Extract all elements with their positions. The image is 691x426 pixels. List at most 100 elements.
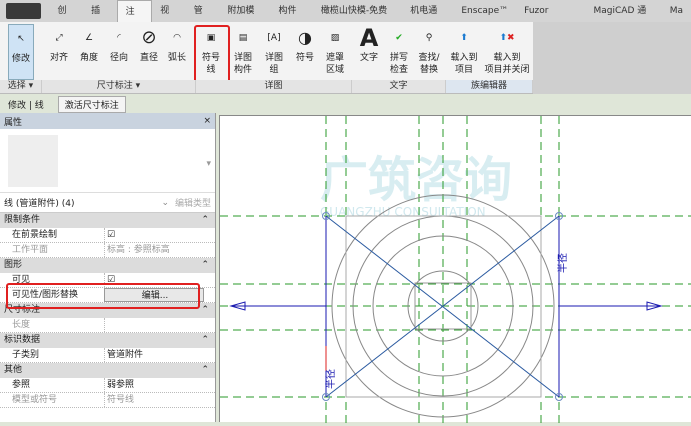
cursor-icon: ↖ [17, 34, 25, 44]
tab-11[interactable]: MagiCAD 通用 [586, 0, 662, 38]
dimension-panel-label[interactable]: 尺寸标注 ▾ [42, 80, 196, 93]
property-name: 工作平面 [12, 245, 49, 255]
spelling-button[interactable]: ✔ 拼写 检查 [386, 24, 412, 76]
tab-8[interactable]: 机电通用 [402, 0, 453, 38]
diameter-icon: ⊘ [141, 27, 157, 48]
dimension-label: 半径 [556, 253, 569, 273]
find-replace-button[interactable]: ⚲ 查找/替换 [416, 24, 442, 76]
property-row: 子类别 管道附件 [0, 348, 215, 363]
property-value: 弱参照 [104, 378, 204, 392]
arc-icon: ◠ [173, 33, 181, 43]
masking-region-icon: ▨ [330, 33, 340, 43]
radial-dimension-button[interactable]: ◜ 径向 [106, 24, 132, 64]
tab-3[interactable]: 视图 [152, 0, 186, 38]
chevron-down-icon[interactable]: ⌄ [161, 198, 169, 208]
ribbon-tabs: 创建插入注释视图管理附加模块构件坞橄榄山快模-免费版机电通用Enscape™Fu… [0, 0, 691, 39]
drawing-canvas[interactable]: 广筑咨询 GUANGZHU CONSULTATION 半径 半径 [219, 115, 691, 423]
angle-icon: ∠ [84, 33, 94, 43]
tab-4[interactable]: 管理 [186, 0, 220, 38]
diameter-dimension-button[interactable]: ⊘ 直径 [136, 24, 162, 64]
family-thumbnail-icon [8, 135, 58, 187]
tab-12[interactable]: Ma [662, 0, 691, 22]
type-preview: ▾ [0, 129, 215, 193]
load-icon: ⬆ [460, 33, 468, 43]
load-into-project-button[interactable]: ⬆ 载入到 项目 [448, 24, 480, 76]
property-name: 子类别 [12, 350, 40, 360]
tab-7[interactable]: 橄榄山快模-免费版 [313, 0, 402, 38]
aligned-dimension-icon: ⤢ [55, 33, 63, 43]
tab-0[interactable]: 创建 [49, 0, 83, 38]
angular-dimension-button[interactable]: ∠ 角度 [76, 24, 102, 64]
watermark-subtitle: GUANGZHU CONSULTATION [320, 205, 486, 219]
property-name: 长度 [12, 320, 31, 330]
options-bar: 修改 | 线 激活尺寸标注 [0, 95, 691, 113]
detail-group-button[interactable]: [A] 详图组 [260, 24, 288, 76]
property-row: 模型或符号 符号线 [0, 393, 215, 408]
section-title: 标识数据 [4, 335, 41, 345]
property-name: 模型或符号 [12, 395, 58, 405]
properties-panel: 属性 × ▾ 线 (管道附件) (4) ⌄ 编辑类型 限制条件 ⌃ 在前景绘制 ☑ 工作平… [0, 113, 216, 422]
property-row: 工作平面 标高 : 参照标高 [0, 243, 215, 258]
collapse-icon[interactable]: ⌃ [201, 303, 209, 318]
arc-length-button[interactable]: ◠ 弧长 [164, 24, 190, 64]
section-title: 其他 [4, 365, 23, 375]
radial-icon: ◜ [117, 33, 121, 43]
section-header[interactable]: 标识数据 ⌃ [0, 333, 215, 348]
watermark: 广筑咨询 [320, 152, 512, 208]
collapse-icon[interactable]: ⌃ [201, 333, 209, 348]
tab-6[interactable]: 构件坞 [271, 0, 313, 38]
ribbon: ↖ 修改 ⤢ 对齐 ∠ 角度 ◜ 径向 ⊘ 直径 ◠ 弧长 ▣ 符号线 ▤ 详图 构件 [A] 详图… [0, 22, 691, 94]
property-name: 参照 [12, 380, 31, 390]
context-label: 修改 | 线 [8, 100, 44, 111]
activate-dimensions-button[interactable]: 激活尺寸标注 [57, 95, 126, 113]
section-title: 限制条件 [4, 215, 41, 225]
highlight-box [194, 25, 230, 83]
detail-component-icon: ▤ [238, 33, 248, 43]
property-value[interactable]: ☑ [104, 228, 204, 242]
masking-region-button[interactable]: ▨ 遮罩 区域 [322, 24, 348, 76]
detail-panel-label: 详图 [196, 80, 352, 93]
collapse-icon[interactable]: ⌃ [201, 258, 209, 273]
property-row: 参照 弱参照 [0, 378, 215, 393]
detail-group-icon: [A] [267, 33, 281, 43]
property-row: 长度 [0, 318, 215, 333]
property-value: 标高 : 参照标高 [104, 243, 204, 257]
dropdown-icon[interactable]: ▾ [206, 159, 211, 169]
property-row: 在前景绘制 ☑ [0, 228, 215, 243]
app-menu-button[interactable] [6, 3, 42, 19]
type-selector[interactable]: 线 (管道附件) (4) [4, 196, 161, 209]
load-close-icon: ⬆ ✖ [499, 33, 515, 43]
symbol-button[interactable]: ◑ 符号 [292, 24, 318, 64]
detail-component-button[interactable]: ▤ 详图 构件 [230, 24, 256, 76]
symbol-icon: ◑ [298, 28, 312, 47]
highlight-box [6, 283, 200, 309]
property-value [104, 318, 204, 332]
close-icon[interactable]: × [203, 116, 211, 126]
select-panel-label[interactable]: 选择 ▾ [0, 80, 42, 93]
text-icon: A [359, 24, 379, 52]
tab-2[interactable]: 注释 [116, 0, 153, 39]
properties-title: 属性 [4, 117, 23, 128]
tab-5[interactable]: 附加模块 [219, 0, 270, 38]
family-editor-panel-label: 族编辑器 [446, 80, 533, 93]
section-header[interactable]: 其他 ⌃ [0, 363, 215, 378]
dimension-label: 半径 [324, 369, 337, 389]
binoculars-icon: ⚲ [425, 33, 433, 43]
collapse-icon[interactable]: ⌃ [201, 363, 209, 378]
property-value: 管道附件 [104, 348, 204, 362]
tab-1[interactable]: 插入 [83, 0, 117, 38]
section-header[interactable]: 图形 ⌃ [0, 258, 215, 273]
collapse-icon[interactable]: ⌃ [201, 213, 209, 228]
tab-9[interactable]: Enscape™ [453, 0, 516, 22]
modify-button[interactable]: ↖ 修改 [8, 24, 34, 80]
aligned-dimension-button[interactable]: ⤢ 对齐 [46, 24, 72, 64]
spell-check-icon: ✔ [395, 33, 403, 43]
drawing[interactable]: 广筑咨询GUANGZHU CONSULTATION半径半径 [220, 116, 691, 423]
section-header[interactable]: 限制条件 ⌃ [0, 213, 215, 228]
property-value: 符号线 [104, 393, 204, 407]
edit-type-button[interactable]: 编辑类型 [175, 196, 211, 209]
load-and-close-button[interactable]: ⬆ ✖ 载入到 项目并关闭 [482, 24, 532, 76]
text-panel-label[interactable]: 文字 [352, 80, 446, 93]
text-button[interactable]: A 文字 [356, 24, 382, 64]
tab-10[interactable]: Fuzor Plugin [516, 0, 585, 38]
